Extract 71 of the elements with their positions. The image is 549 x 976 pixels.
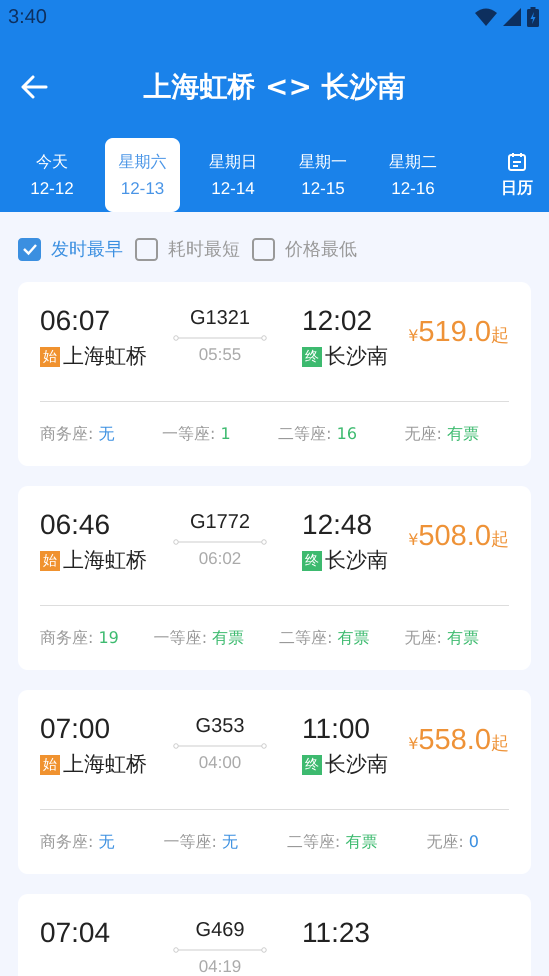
train-card[interactable]: 06:07 始 上海虹桥 G1321 05:55 12:02 终 长沙南 ¥519.0起 商务座: 无 一等座: 1 二等座: 16 无座: 有票	[18, 282, 531, 466]
seat-availability: 无座: 有票	[404, 628, 479, 648]
page-title: 上海虹桥 <> 长沙南	[143, 69, 406, 106]
arrival-station: 长沙南	[325, 343, 388, 370]
terminal-badge: 终	[302, 551, 322, 571]
seat-availability: 无座: 0	[426, 832, 479, 852]
arrival-station: 长沙南	[325, 751, 388, 778]
train-number: G469	[196, 918, 244, 943]
arrival-station: 长沙南	[325, 547, 388, 574]
train-number: G353	[196, 714, 244, 739]
seat-availability: 二等座: 有票	[286, 832, 378, 852]
price: ¥558.0起	[408, 724, 509, 757]
date-tab[interactable]: 星期日 12-14	[188, 138, 278, 212]
departure-station: 上海虹桥	[63, 547, 147, 574]
departure-time: 06:07	[40, 304, 112, 338]
sort-option-label[interactable]: 发时最早	[51, 237, 123, 261]
status-time: 3:40	[8, 6, 47, 29]
seat-availability: 商务座: 19	[40, 628, 119, 648]
checkbox[interactable]	[135, 238, 158, 260]
seat-availability: 二等座: 16	[278, 424, 357, 444]
route-line-icon	[173, 742, 267, 750]
train-card[interactable]: 06:46 始 上海虹桥 G1772 06:02 12:48 终 长沙南 ¥508.0起 商务座: 19 一等座: 有票 二等座: 有票 无座: 有票	[18, 486, 531, 670]
check-icon	[22, 242, 38, 256]
price: ¥519.0起	[408, 316, 509, 349]
seat-availability: 一等座: 有票	[154, 628, 244, 648]
route-line-icon	[173, 334, 267, 342]
date-tab[interactable]: 星期二 12-16	[368, 138, 458, 212]
route-line-icon	[173, 538, 267, 546]
battery-icon	[527, 7, 539, 28]
seat-availability: 二等座: 有票	[279, 628, 370, 648]
sort-option-label[interactable]: 价格最低	[285, 237, 357, 261]
duration: 05:55	[198, 345, 242, 365]
train-number: G1321	[190, 306, 250, 331]
seat-availability: 一等座: 无	[163, 832, 238, 852]
train-card[interactable]: 07:00 始 上海虹桥 G353 04:00 11:00 终 长沙南 ¥558.0起 商务座: 无 一等座: 无 二等座: 有票 无座: 0	[18, 690, 531, 874]
origin-badge: 始	[40, 755, 60, 775]
train-card[interactable]: 07:04 G469 04:19 11:23	[18, 894, 531, 976]
duration: 06:02	[198, 549, 242, 569]
price: ¥508.0起	[408, 520, 509, 553]
checkbox[interactable]	[18, 238, 41, 260]
seat-availability: 无座: 有票	[404, 424, 479, 444]
date-tab[interactable]: 星期六 12-13	[105, 138, 180, 212]
arrival-time: 12:02	[302, 304, 374, 338]
arrival-time: 11:00	[302, 712, 371, 746]
sort-option-label[interactable]: 耗时最短	[168, 237, 240, 261]
checkbox[interactable]	[252, 238, 275, 260]
arrival-time: 11:23	[302, 916, 371, 950]
wifi-icon	[475, 8, 497, 26]
duration: 04:00	[198, 753, 242, 773]
departure-time: 07:04	[40, 916, 112, 950]
date-tab[interactable]: 星期一 12-15	[278, 138, 368, 212]
arrival-time: 12:48	[302, 508, 374, 542]
seat-availability: 一等座: 1	[162, 424, 231, 444]
signal-icon	[503, 8, 521, 26]
departure-time: 06:46	[40, 508, 112, 542]
seat-availability: 商务座: 无	[40, 832, 114, 852]
terminal-badge: 终	[302, 755, 322, 775]
train-number: G1772	[190, 510, 250, 535]
calendar-button[interactable]: 日历	[501, 152, 533, 198]
origin-badge: 始	[40, 347, 60, 367]
origin-badge: 始	[40, 551, 60, 571]
route-line-icon	[173, 946, 267, 954]
terminal-badge: 终	[302, 347, 322, 367]
calendar-icon	[507, 152, 527, 172]
departure-time: 07:00	[40, 712, 112, 746]
seat-availability: 商务座: 无	[40, 424, 114, 444]
duration: 04:19	[198, 957, 242, 976]
departure-station: 上海虹桥	[63, 343, 147, 370]
departure-station: 上海虹桥	[63, 751, 147, 778]
back-arrow-icon	[20, 75, 48, 100]
date-tab[interactable]: 今天 12-12	[7, 138, 97, 212]
